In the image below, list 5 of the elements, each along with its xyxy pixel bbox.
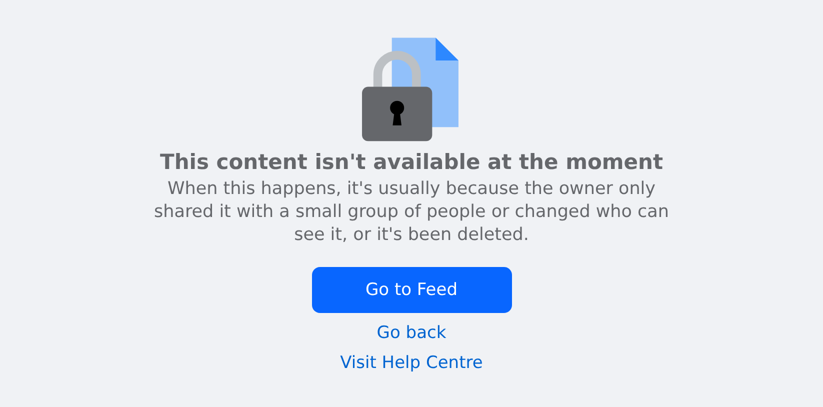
- text-link[interactable]: Visit Help Centre: [340, 353, 483, 373]
- text-link[interactable]: Go back: [376, 323, 446, 343]
- page-title: This content isn't available at the moment: [160, 150, 663, 174]
- message-text: When this happens, it's usually because the owner only shared it with a small group of people or changed who can see it, or it's been deleted.: [153, 178, 670, 247]
- go-to-feed-button[interactable]: Go to Feed: [312, 267, 512, 313]
